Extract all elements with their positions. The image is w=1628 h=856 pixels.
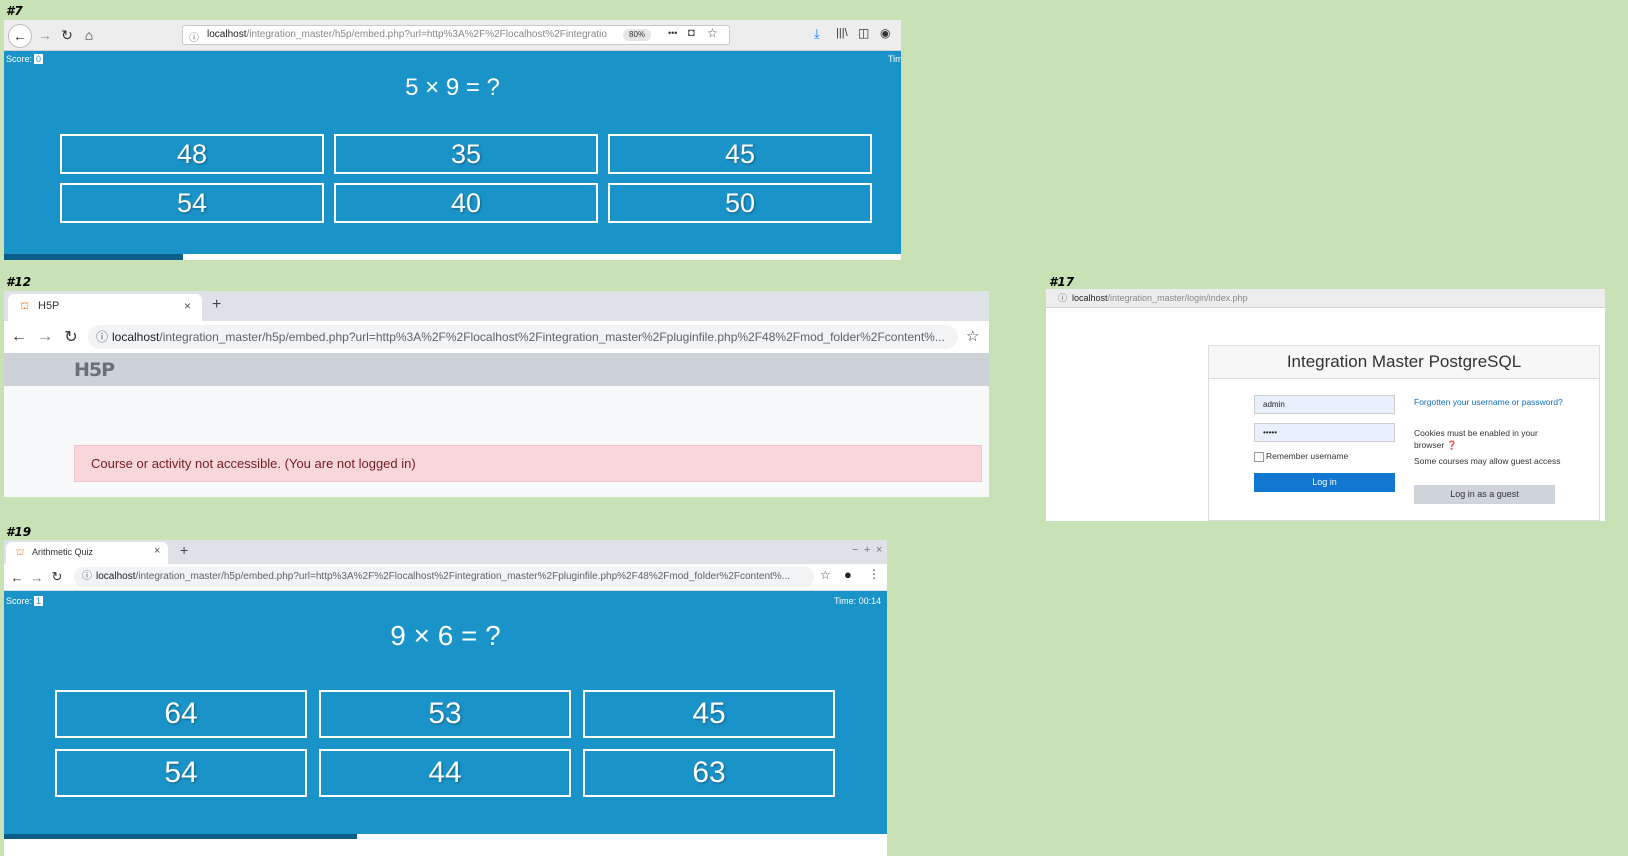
tab-h5p[interactable]: ⛫ H5P × (8, 294, 202, 321)
window-close-button[interactable]: × (876, 544, 882, 556)
address-bar[interactable]: ⓘ localhost/integration_master/h5p/embed… (88, 325, 958, 349)
window-label-17: #17 (1049, 275, 1075, 289)
remember-label: Remember username (1266, 451, 1349, 461)
close-icon[interactable]: × (154, 545, 160, 557)
zoom-indicator[interactable]: 80% (623, 29, 652, 41)
tab-arithmetic-quiz[interactable]: ⛫ Arithmetic Quiz × (6, 542, 168, 564)
score-display: Score: 1 (6, 596, 44, 606)
cookies-note: Cookies must be enabled in your browser … (1414, 428, 1538, 450)
library-icon[interactable]: |||\ (836, 27, 848, 39)
info-icon[interactable]: ⓘ (96, 325, 108, 349)
score-display: Score: 0 (6, 54, 44, 64)
new-tab-icon[interactable]: + (212, 296, 221, 314)
reload-icon[interactable]: ↻ (60, 326, 82, 348)
address-bar[interactable]: ⓘ localhost/integration_master/h5p/embed… (74, 567, 814, 587)
answer-button[interactable]: 53 (319, 690, 571, 738)
firefox-toolbar: ← → ↻ ⌂ ⓘ localhost/integration_master/h… (4, 20, 901, 51)
answer-button[interactable]: 35 (334, 134, 598, 174)
window-label-7: #7 (6, 4, 23, 18)
progress-bar (4, 254, 184, 260)
browser-window-12: ⛫ H5P × + ← → ↻ ⓘ localhost/integration_… (4, 291, 989, 497)
back-arrow-icon[interactable]: ← (8, 326, 30, 348)
h5p-header: H5P (4, 353, 989, 386)
maximize-button[interactable]: + (864, 544, 870, 556)
progress-bar (4, 834, 358, 839)
kebab-menu-icon[interactable]: ⋮ (868, 567, 880, 581)
help-icon[interactable]: ❓ (1447, 440, 1458, 450)
back-arrow-icon[interactable]: ← (8, 24, 32, 48)
info-icon[interactable]: ⓘ (82, 567, 92, 587)
answer-button[interactable]: 45 (608, 134, 872, 174)
password-input[interactable]: ••••• (1254, 423, 1395, 442)
question-text: 5 × 9 = ? (405, 74, 500, 101)
site-title: Integration Master PostgreSQL (1209, 346, 1599, 379)
reload-icon[interactable]: ↻ (56, 24, 78, 46)
tab-strip: ⛫ H5P × + (4, 291, 989, 321)
browser-window-7: ← → ↻ ⌂ ⓘ localhost/integration_master/h… (4, 20, 901, 260)
answer-button[interactable]: 64 (55, 690, 307, 738)
url-text: localhost/integration_master/h5p/embed.p… (207, 29, 607, 40)
question-text: 9 × 6 = ? (390, 620, 501, 651)
sidebar-icon[interactable]: ◫ (858, 26, 869, 40)
star-icon[interactable]: ☆ (820, 568, 831, 582)
timer-display: Tim (888, 54, 901, 64)
minimize-button[interactable]: − (852, 544, 858, 556)
answer-button[interactable]: 40 (334, 183, 598, 223)
pocket-icon[interactable]: ◘ (688, 27, 695, 39)
answer-button[interactable]: 63 (583, 749, 835, 797)
score-value: 1 (34, 596, 44, 606)
answer-button[interactable]: 50 (608, 183, 872, 223)
account-icon[interactable]: ● (844, 567, 852, 582)
guest-note: Some courses may allow guest access (1414, 456, 1561, 466)
close-icon[interactable]: × (184, 299, 191, 313)
window-label-12: #12 (6, 275, 32, 289)
h5p-favicon: ⛫ (16, 547, 25, 557)
h5p-favicon: ⛫ (20, 301, 30, 312)
answer-button[interactable]: 54 (55, 749, 307, 797)
reload-icon[interactable]: ↻ (46, 566, 68, 588)
account-icon[interactable]: ◉ (880, 26, 890, 40)
forward-arrow-icon[interactable]: → (34, 326, 56, 348)
tab-strip: ⛫ Arithmetic Quiz × + − + × (4, 540, 887, 564)
browser-window-17: ⓘ localhost/integration_master/login/ind… (1046, 289, 1605, 521)
score-value: 0 (34, 54, 44, 64)
forward-arrow-icon[interactable]: → (34, 24, 56, 46)
guest-login-button[interactable]: Log in as a guest (1414, 485, 1555, 504)
home-icon[interactable]: ⌂ (78, 24, 100, 46)
window-label-19: #19 (6, 525, 32, 539)
answer-button[interactable]: 45 (583, 690, 835, 738)
address-bar[interactable]: ⓘ localhost/integration_master/login/ind… (1046, 289, 1605, 308)
forgot-password-link[interactable]: Forgotten your username or password? (1414, 396, 1564, 408)
h5p-logo: H5P (74, 359, 115, 381)
back-arrow-icon[interactable]: ← (6, 566, 28, 588)
username-input[interactable]: admin (1254, 395, 1395, 414)
error-alert: Course or activity not accessible. (You … (74, 445, 982, 482)
forward-arrow-icon[interactable]: → (26, 566, 48, 588)
star-icon[interactable]: ☆ (707, 26, 718, 40)
chrome-toolbar: ← → ↻ ⓘ localhost/integration_master/h5p… (4, 564, 887, 591)
chrome-toolbar: ← → ↻ ⓘ localhost/integration_master/h5p… (4, 321, 989, 354)
more-icon[interactable]: ••• (668, 28, 677, 38)
browser-window-19: ⛫ Arithmetic Quiz × + − + × ← → ↻ ⓘ loca… (4, 540, 887, 856)
answer-button[interactable]: 54 (60, 183, 324, 223)
login-button[interactable]: Log in (1254, 473, 1395, 492)
remember-checkbox[interactable] (1254, 452, 1264, 462)
tab-title: H5P (38, 300, 60, 312)
login-card: Integration Master PostgreSQL admin ••••… (1208, 345, 1600, 521)
tab-title: Arithmetic Quiz (32, 547, 94, 557)
answer-button[interactable]: 44 (319, 749, 571, 797)
star-icon[interactable]: ☆ (966, 327, 979, 345)
info-icon[interactable]: ⓘ (189, 29, 199, 44)
info-icon[interactable]: ⓘ (1058, 289, 1067, 307)
new-tab-icon[interactable]: + (180, 542, 188, 558)
download-icon[interactable]: ⤓ (814, 26, 820, 42)
timer-display: Time: 00:14 (834, 596, 882, 606)
address-bar[interactable]: ⓘ localhost/integration_master/h5p/embed… (182, 25, 730, 45)
answer-button[interactable]: 48 (60, 134, 324, 174)
